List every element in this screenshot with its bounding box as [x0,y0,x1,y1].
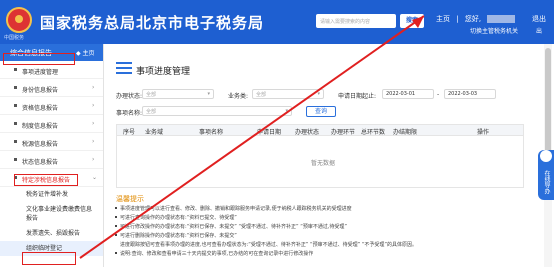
column-header: 操作 [477,129,490,136]
column-header: 申请日期 [257,129,282,136]
top-header: 中国税务 国家税务总局北京市电子税务局 请输入需要搜索的内容 搜索 主页 | 您… [0,0,554,44]
bullet-icon [14,140,17,143]
switch-tax-office-link[interactable]: 切换主管税务机关 [470,26,518,35]
item-name-label: 事项名称: [116,110,143,117]
bullet-icon [14,122,17,125]
redacted-username [487,15,516,23]
table-header: 序号 业务域 事项名称 申请日期 办理状态 办理环节 总环节数 办结期限 操作 [116,124,524,136]
status-filter-select[interactable]: 全部 ▾ [142,89,214,99]
tip-line: 可进行查询操作的办理状态有:“资料已提交、待受理” [115,215,237,221]
business-filter-label: 业务类: [228,93,249,100]
item-name-select[interactable]: 全部 ▾ [142,106,292,116]
annotation-box-temp-registration [22,252,76,265]
sidebar-item-label: 身份信息报告 [22,87,59,94]
no-data-text: 暂无数据 [311,160,336,167]
chevron-right-icon: › [92,102,95,109]
sidebar-item-identity[interactable]: 身份信息报告 › [0,79,103,97]
page-title: 事项进度管理 [136,67,191,77]
date-range-label: 申请日期起止: [338,93,377,100]
sidebar-item-label: 资格信息报告 [22,105,59,112]
column-header: 总环节数 [361,129,386,136]
sidebar-item-label: 事项进度管理 [22,69,59,76]
search-input[interactable]: 请输入需要搜索的内容 [316,14,396,28]
annotation-box-sidebar-title [3,53,75,65]
online-guide-label: 在线导办 [543,170,550,194]
sidebar-item-label: 状态信息报告 [22,159,59,166]
sidebar: 综合信息报告 ◆ 主页 事项进度管理 身份信息报告 › 资格信息报告 › 制度信… [0,44,104,267]
date-end-input[interactable]: 2022-03-03 [444,89,496,99]
tips-title: 温馨提示 [116,195,144,203]
tip-line: 可进行修改操作的办理状态有:“资料已保存、未提交” “受理不通过、待补齐补正” … [115,224,347,230]
header-nav: 主页 | 您好, [436,14,519,24]
sidebar-item-qualification[interactable]: 资格信息报告 › [0,97,103,115]
greeting-text: 您好, [464,15,482,23]
home-link[interactable]: 主页 [436,15,450,23]
bullet-icon [14,86,17,89]
app-title: 国家税务总局北京市电子税务局 [40,14,265,32]
chevron-down-icon: ▾ [207,91,210,97]
column-header: 业务域 [145,129,164,136]
main-content: 事项进度管理 办理状态: 全部 ▾ 业务类: 全部 ▾ 申请日期起止: 2022… [106,44,530,267]
sidebar-subitem-invoice-loss[interactable]: 发票遗失、损毁报告 [0,226,103,241]
bullet-icon [14,158,17,161]
sidebar-item-status[interactable]: 状态信息报告 › [0,151,103,169]
sidebar-item-label: 制度信息报告 [22,123,59,130]
column-header: 办结期限 [393,129,418,136]
tax-emblem-logo [6,7,32,33]
item-name-value: 全部 [146,109,157,115]
sidebar-subitem-culture-fee[interactable]: 文化事业建设费缴费信息报告 [0,202,100,226]
chevron-right-icon: › [92,120,95,127]
status-filter-value: 全部 [146,92,157,98]
chevron-down-icon: ▾ [317,91,320,97]
business-filter-value: 全部 [256,92,267,98]
list-icon [116,62,132,74]
logo-subtitle: 中国税务 [4,35,25,41]
sidebar-subitem-certificate[interactable]: 税务证件增补发 [0,187,103,202]
chevron-down-icon: ⌄ [92,174,98,181]
search-button[interactable]: 搜索 [400,14,424,28]
business-filter-select[interactable]: 全部 ▾ [252,89,324,99]
sidebar-home-link[interactable]: ◆ 主页 [76,48,95,57]
table-body: 暂无数据 [116,136,524,188]
date-separator: - [437,91,440,98]
column-header: 序号 [123,129,136,136]
chevron-right-icon: › [92,84,95,91]
date-start-input[interactable]: 2022-03-01 [382,89,434,99]
chevron-down-icon: ▾ [285,108,288,114]
column-header: 办理状态 [295,129,320,136]
tip-line: 说明:查询、修改和查看申请三十天内提交的事项,已办结的可在查询记录中进行修改操作 [114,251,314,257]
tip-line: 可进行删除操作的办理状态有:“资料已保存、未提交” [115,233,237,239]
sidebar-item-label: 税源信息报告 [22,141,59,148]
query-button[interactable]: 查询 [306,106,336,117]
tip-line: 事项进度管理可以进行查看、修改、删除、撤销和跟踪服务申请记录,便于纳税人跟踪税务… [115,206,352,212]
exit-link[interactable]: 出 [536,26,542,35]
logout-link[interactable]: 退出 [532,14,546,24]
chevron-right-icon: › [92,138,95,145]
status-filter-label: 办理状态: [116,93,143,100]
sidebar-item-tax-source[interactable]: 税源信息报告 › [0,133,103,151]
annotation-box-specific-tax [14,174,78,186]
column-header: 事项名称 [199,129,224,136]
column-header: 办理环节 [331,129,356,136]
tip-line: 进度跟踪按钮可查看事项办理的进度,也可查看办理状态为:“受理不通过、待补齐补正”… [120,241,530,248]
sidebar-item-system[interactable]: 制度信息报告 › [0,115,103,133]
assistant-avatar-icon [540,150,552,162]
bullet-icon [14,104,17,107]
scrollbar-thumb[interactable] [545,48,551,158]
chevron-right-icon: › [92,156,95,163]
nav-divider: | [456,15,459,23]
bullet-icon [14,68,17,71]
